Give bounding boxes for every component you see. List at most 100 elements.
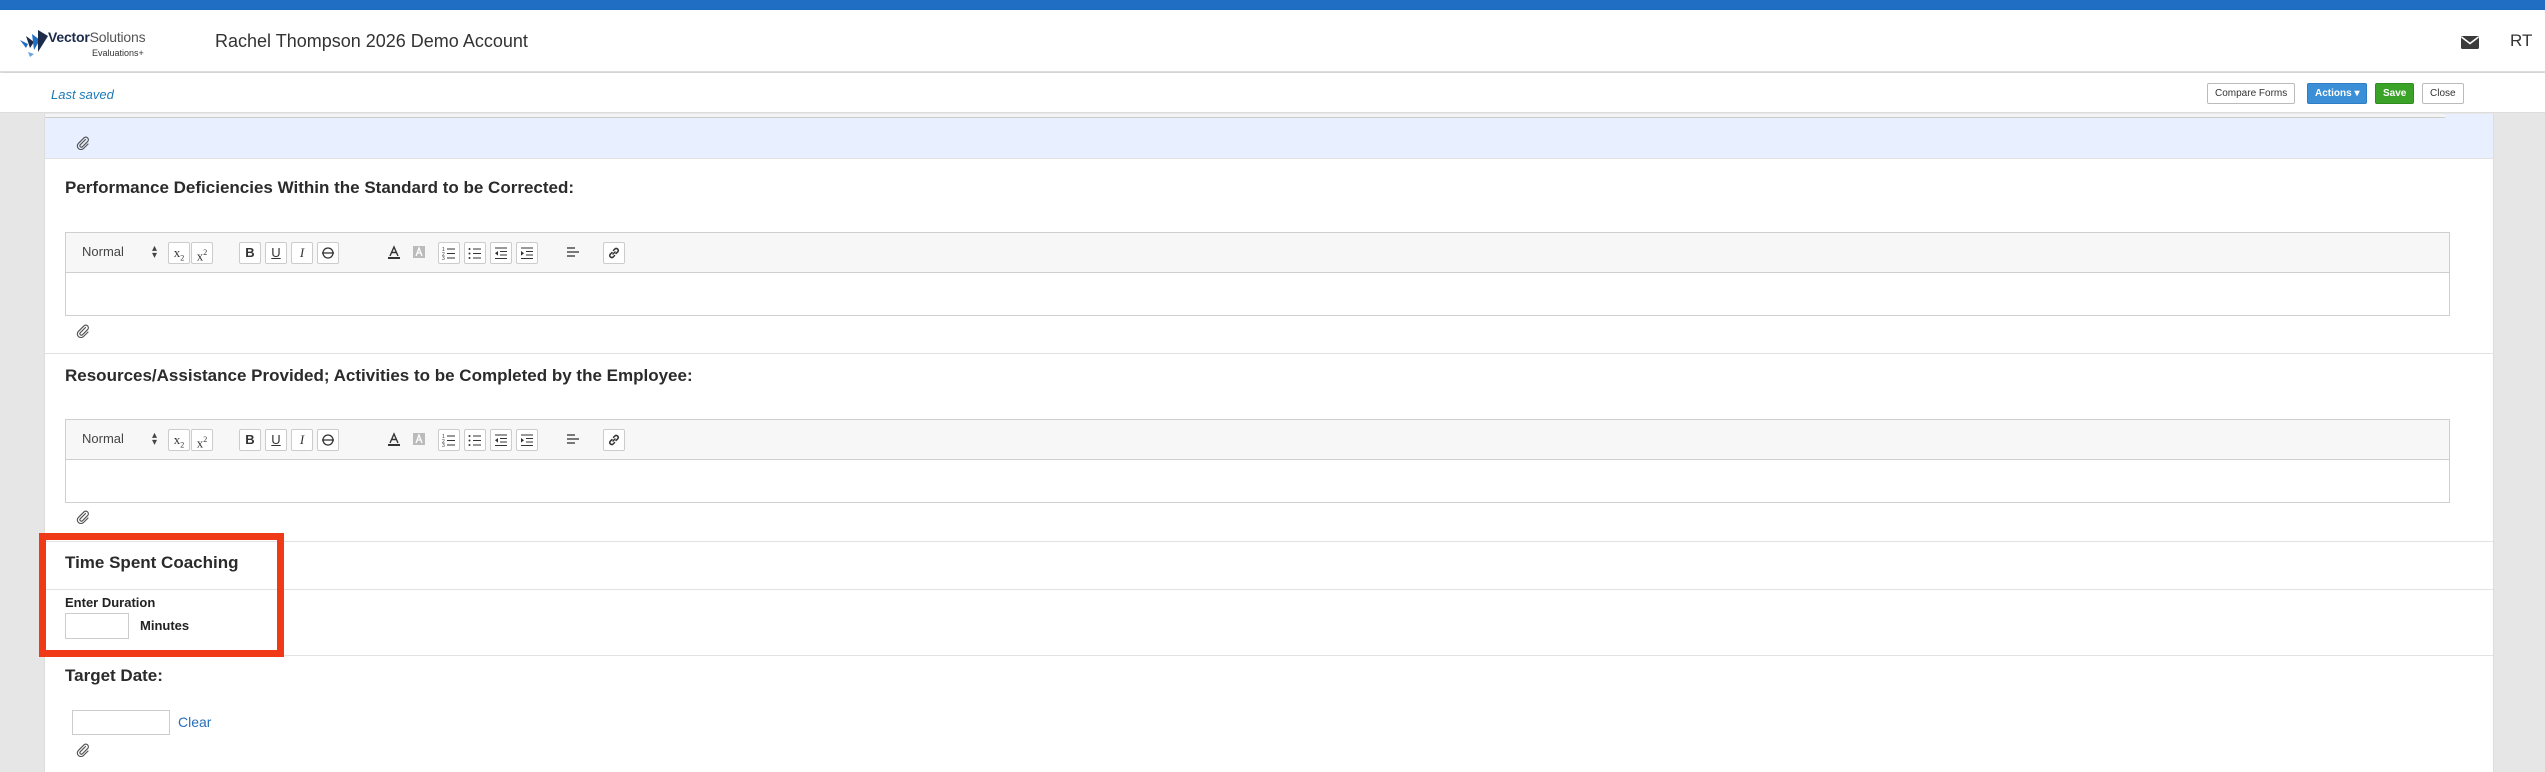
attachment-icon[interactable] — [76, 324, 90, 338]
underline-button[interactable]: U — [265, 429, 287, 451]
underline-icon: U — [271, 432, 281, 447]
indent-increase-button[interactable] — [516, 242, 538, 264]
previous-section-footer — [45, 114, 2493, 159]
align-left-icon — [567, 247, 579, 257]
font-color-icon — [388, 245, 400, 259]
strikethrough-icon — [322, 434, 334, 446]
superscript-icon: x2 — [196, 248, 208, 264]
vector-solutions-logo[interactable]: VectorSolutions Evaluations+ — [18, 24, 158, 64]
editor-toolbar: Normal ▴ ▾ x2 x2 B U I 123 — [66, 233, 2449, 273]
section-divider — [45, 541, 2493, 542]
link-button[interactable] — [603, 242, 625, 264]
bullet-list-button[interactable] — [464, 242, 486, 264]
underline-button[interactable]: U — [265, 242, 287, 264]
form-action-bar: Last saved Compare Forms Actions ▾ Save … — [0, 73, 2545, 113]
user-avatar-initials[interactable]: RT — [2510, 31, 2532, 51]
close-button[interactable]: Close — [2422, 83, 2464, 104]
superscript-button[interactable]: x2 — [191, 429, 213, 451]
strikethrough-button[interactable] — [317, 429, 339, 451]
background-color-button[interactable] — [409, 429, 431, 451]
superscript-button[interactable]: x2 — [191, 242, 213, 264]
select-caret-icon: ▴ ▾ — [152, 243, 158, 261]
bold-icon: B — [245, 245, 255, 260]
link-icon — [609, 247, 619, 259]
background-color-icon — [413, 433, 425, 445]
link-button[interactable] — [603, 429, 625, 451]
subscript-button[interactable]: x2 — [168, 242, 190, 264]
indent-icon — [521, 247, 533, 259]
strikethrough-button[interactable] — [317, 242, 339, 264]
italic-icon: I — [299, 245, 305, 260]
indent-decrease-button[interactable] — [490, 242, 512, 264]
outdent-icon — [495, 434, 507, 446]
italic-icon: I — [299, 432, 305, 447]
italic-button[interactable]: I — [291, 429, 313, 451]
page-gutter — [2494, 114, 2545, 772]
underline-icon: U — [271, 245, 281, 260]
top-accent-bar — [0, 0, 2545, 10]
ordered-list-button[interactable]: 123 — [438, 242, 460, 264]
compare-forms-button[interactable]: Compare Forms — [2207, 83, 2296, 104]
ordered-list-icon: 123 — [442, 247, 455, 260]
format-select[interactable]: Normal — [82, 244, 162, 259]
envelope-icon[interactable] — [2460, 32, 2480, 52]
ordered-list-button[interactable]: 123 — [438, 429, 460, 451]
italic-button[interactable]: I — [291, 242, 313, 264]
subscript-button[interactable]: x2 — [168, 429, 190, 451]
previous-editor-bottom — [45, 114, 2445, 118]
editor-toolbar: Normal ▴ ▾ x2 x2 B U I 123 — [66, 420, 2449, 460]
align-left-icon — [567, 434, 579, 444]
background-color-button[interactable] — [409, 242, 431, 264]
resources-section-title: Resources/Assistance Provided; Activitie… — [65, 366, 693, 385]
section-divider — [45, 353, 2493, 354]
bullet-list-icon — [468, 248, 481, 259]
align-button[interactable] — [563, 242, 585, 264]
font-color-icon — [388, 432, 400, 446]
deficiencies-rich-text-editor[interactable]: Normal ▴ ▾ x2 x2 B U I 123 — [65, 232, 2450, 316]
font-color-button[interactable] — [384, 429, 406, 451]
format-select[interactable]: Normal — [82, 431, 162, 446]
attachment-icon[interactable] — [76, 136, 90, 150]
select-caret-icon: ▴ ▾ — [152, 430, 158, 448]
ordered-list-icon: 123 — [442, 434, 455, 447]
svg-text:3: 3 — [442, 256, 445, 260]
indent-icon — [521, 434, 533, 446]
bold-icon: B — [245, 432, 255, 447]
deficiencies-section-title: Performance Deficiencies Within the Stan… — [65, 178, 575, 197]
target-date-section-title: Target Date: — [65, 666, 163, 685]
form-content-panel: Performance Deficiencies Within the Stan… — [44, 114, 2494, 772]
app-header: VectorSolutions Evaluations+ Rachel Thom… — [0, 10, 2545, 72]
superscript-icon: x2 — [196, 435, 208, 451]
indent-increase-button[interactable] — [516, 429, 538, 451]
clear-date-link[interactable]: Clear — [178, 714, 211, 730]
save-status-text: Last saved — [51, 87, 114, 102]
editor-text-area[interactable] — [66, 460, 2449, 502]
resources-rich-text-editor[interactable]: Normal ▴ ▾ x2 x2 B U I 123 — [65, 419, 2450, 503]
strikethrough-icon — [322, 247, 334, 259]
editor-text-area[interactable] — [66, 273, 2449, 315]
logo-brand-text: VectorSolutions — [48, 29, 146, 45]
attachment-icon[interactable] — [76, 510, 90, 524]
bullet-list-button[interactable] — [464, 429, 486, 451]
svg-text:3: 3 — [442, 443, 445, 447]
outdent-icon — [495, 247, 507, 259]
annotation-highlight-box — [39, 533, 284, 657]
attachment-icon[interactable] — [76, 743, 90, 757]
section-divider — [45, 589, 2493, 590]
actions-dropdown-button[interactable]: Actions ▾ — [2307, 83, 2368, 104]
background-color-icon — [413, 246, 425, 258]
account-title: Rachel Thompson 2026 Demo Account — [215, 31, 528, 51]
subscript-icon: x2 — [173, 432, 185, 450]
bullet-list-icon — [468, 435, 481, 446]
subscript-icon: x2 — [173, 245, 185, 263]
save-button[interactable]: Save — [2375, 83, 2415, 104]
target-date-input[interactable] — [72, 710, 170, 735]
align-button[interactable] — [563, 429, 585, 451]
bold-button[interactable]: B — [239, 242, 261, 264]
link-icon — [609, 434, 619, 446]
section-divider — [45, 655, 2493, 656]
indent-decrease-button[interactable] — [490, 429, 512, 451]
bold-button[interactable]: B — [239, 429, 261, 451]
font-color-button[interactable] — [384, 242, 406, 264]
logo-subtitle: Evaluations+ — [92, 48, 144, 58]
